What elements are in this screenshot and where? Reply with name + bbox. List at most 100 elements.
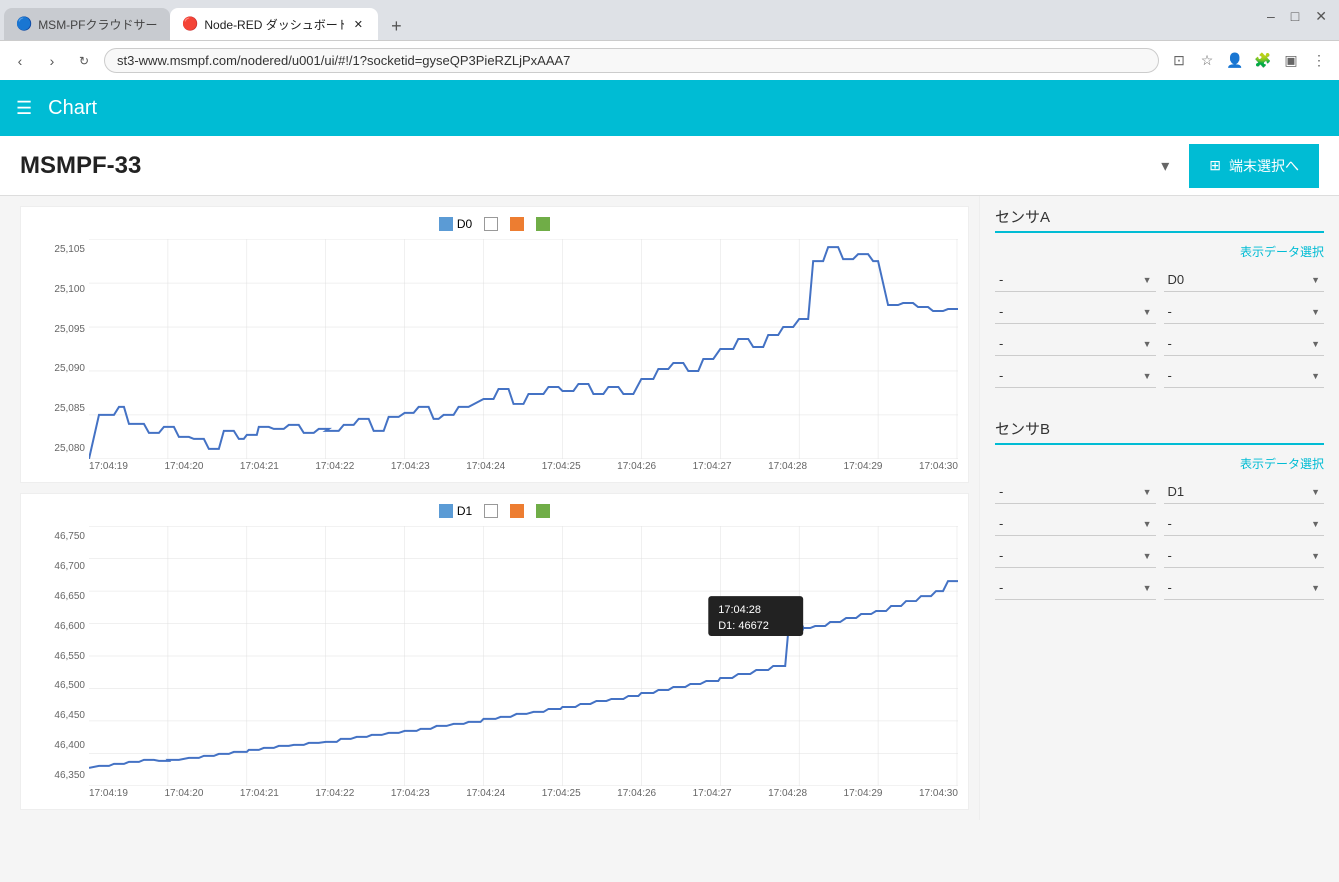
y-label-5: 25,085 [31,403,85,414]
sensor-a-row1-right[interactable]: D0 - [1164,268,1325,292]
sensor-a-row4-left[interactable]: - [995,364,1156,388]
new-tab-btn[interactable]: + [382,12,410,40]
c2-x-10: 17:04:28 [768,788,807,799]
sensor-b-row2-right[interactable]: - [1164,512,1325,536]
chart1-legend: D0 [31,217,958,231]
c2-y-5: 46,550 [31,651,85,662]
sensor-a-row4-right[interactable]: - [1164,364,1325,388]
c2-y-8: 46,400 [31,740,85,751]
sensor-b-row-4: - - [995,576,1324,600]
charts-section: D0 25,105 25,100 [0,196,979,820]
tab-nodered[interactable]: 🔴 Node-RED ダッシュボード ✕ [170,8,378,40]
x-label-4: 17:04:22 [315,461,354,472]
sensor-b-row3-right[interactable]: - [1164,544,1325,568]
sensor-a-row-3: - - [995,332,1324,356]
chart2-plot: 17:04:28 D1: 46672 [89,526,958,786]
c2-x-4: 17:04:22 [315,788,354,799]
y-label-1: 25,105 [31,244,85,255]
sensor-a-row3-left-select[interactable]: - [995,332,1156,356]
tab-label: MSM-PFクラウドサービス [38,16,158,33]
chart2-x-labels: 17:04:19 17:04:20 17:04:21 17:04:22 17:0… [31,786,958,799]
c2-y-6: 46,500 [31,680,85,691]
x-label-6: 17:04:24 [466,461,505,472]
sensor-b-row4-right[interactable]: - [1164,576,1325,600]
sensor-a-row1-right-select[interactable]: D0 - [1164,268,1325,292]
window-controls: – □ ✕ [1267,8,1327,25]
y-label-2: 25,100 [31,284,85,295]
device-select-btn[interactable]: ⊞ 端末選択へ [1189,144,1319,188]
address-input[interactable] [104,48,1159,73]
device-dropdown-icon[interactable]: ▾ [1161,156,1169,176]
legend2-L2 [510,504,524,518]
sensor-b-row3-left[interactable]: - [995,544,1156,568]
right-panel: センサA 表示データ選択 - D0 - [979,196,1339,820]
hamburger-icon[interactable]: ☰ [16,98,32,119]
chart2-y-labels: 46,750 46,700 46,650 46,600 46,550 46,50… [31,526,89,786]
chart1-plot [89,239,958,459]
forward-btn[interactable]: › [40,49,64,73]
sensor-a-row2-left-select[interactable]: - [995,300,1156,324]
sensor-b-data-select: 表示データ選択 [995,455,1324,472]
legend-box-L1 [484,217,498,231]
c2-x-7: 17:04:25 [542,788,581,799]
sensor-a-row4-right-select[interactable]: - [1164,364,1325,388]
sensor-a-row4-left-select[interactable]: - [995,364,1156,388]
c2-x-8: 17:04:26 [617,788,656,799]
maximize-btn[interactable]: □ [1291,8,1299,25]
main-content: D0 25,105 25,100 [0,196,1339,820]
x-label-1: 17:04:19 [89,461,128,472]
sensor-b-row4-left-select[interactable]: - [995,576,1156,600]
legend2-label-D1: D1 [457,504,472,518]
bookmark-icon[interactable]: ☆ [1195,49,1219,73]
sensor-a-row2-right[interactable]: - [1164,300,1325,324]
chart2-legend: D1 [31,504,958,518]
x-label-7: 17:04:25 [542,461,581,472]
minimize-btn[interactable]: – [1267,8,1275,25]
sensor-a-row3-left[interactable]: - [995,332,1156,356]
sensor-b-row1-right[interactable]: D1 - [1164,480,1325,504]
address-actions: ⊡ ☆ 👤 🧩 ▣ ⋮ [1167,49,1331,73]
sensor-b-row2-left[interactable]: - [995,512,1156,536]
sensor-a-row1-left-select[interactable]: - [995,268,1156,292]
sensor-a-row3-right-select[interactable]: - [1164,332,1325,356]
c2-y-7: 46,450 [31,710,85,721]
c2-y-9: 46,350 [31,770,85,781]
y-label-6: 25,080 [31,443,85,454]
svg-text:D1: 46672: D1: 46672 [718,620,769,632]
x-label-8: 17:04:26 [617,461,656,472]
sensor-b-row2-right-select[interactable]: - [1164,512,1325,536]
sensor-b-row1-right-select[interactable]: D1 - [1164,480,1325,504]
x-label-3: 17:04:21 [240,461,279,472]
sensor-b-row1-left-select[interactable]: - [995,480,1156,504]
x-label-2: 17:04:20 [164,461,203,472]
sensor-a-row-1: - D0 - [995,268,1324,292]
refresh-btn[interactable]: ↻ [72,49,96,73]
sidebar-toggle-icon[interactable]: ▣ [1279,49,1303,73]
sensor-b-row-2: - - [995,512,1324,536]
sensor-b-row1-left[interactable]: - [995,480,1156,504]
sensor-a-row1-left[interactable]: - [995,268,1156,292]
sensor-b-row2-left-select[interactable]: - [995,512,1156,536]
sensor-b-row-1: - D1 - [995,480,1324,504]
legend2-box-L2 [510,504,524,518]
close-btn[interactable]: ✕ [1315,8,1327,25]
sensor-b-row4-right-select[interactable]: - [1164,576,1325,600]
sensor-a-row3-right[interactable]: - [1164,332,1325,356]
legend-L2 [510,217,524,231]
cast-icon[interactable]: ⊡ [1167,49,1191,73]
sensor-a-row2-left[interactable]: - [995,300,1156,324]
tab-msmpf[interactable]: 🔵 MSM-PFクラウドサービス [4,8,170,40]
sensor-b-row3-left-select[interactable]: - [995,544,1156,568]
app-header: ☰ Chart [0,80,1339,136]
profile-icon[interactable]: 👤 [1223,49,1247,73]
extension-icon[interactable]: 🧩 [1251,49,1275,73]
menu-dots-icon[interactable]: ⋮ [1307,49,1331,73]
sensor-b-row4-left[interactable]: - [995,576,1156,600]
legend-L3 [536,217,550,231]
sensor-b-row3-right-select[interactable]: - [1164,544,1325,568]
sensor-a-row2-right-select[interactable]: - [1164,300,1325,324]
legend2-L1 [484,504,498,518]
tab-close-btn[interactable]: ✕ [350,16,366,32]
back-btn[interactable]: ‹ [8,49,32,73]
legend2-L3 [536,504,550,518]
